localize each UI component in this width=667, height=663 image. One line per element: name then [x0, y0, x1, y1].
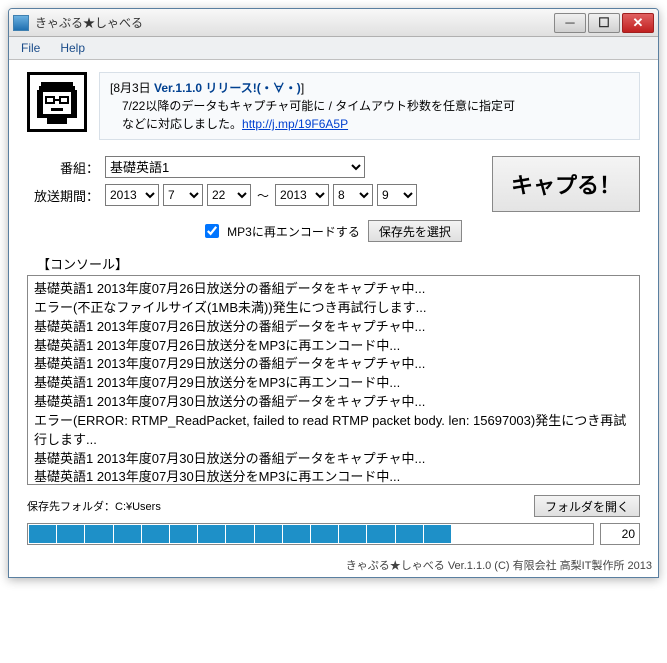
progress-segment — [311, 525, 338, 543]
from-day-select[interactable]: 22 — [207, 184, 251, 206]
progress-segment — [339, 525, 366, 543]
close-button[interactable]: ✕ — [622, 13, 654, 33]
news-suffix: ] — [301, 81, 304, 95]
period-label: 放送期間： — [27, 186, 99, 205]
news-version: Ver.1.1.0 リリース!(・∀・) — [154, 81, 301, 95]
capture-button[interactable]: キャプる！ — [492, 156, 640, 212]
news-line2: 7/22以降のデータもキャプチャ可能に / タイムアウト秒数を任意に指定可 — [110, 97, 629, 115]
program-label: 番組： — [27, 158, 99, 177]
menubar: File Help — [9, 37, 658, 60]
progress-segment — [29, 525, 56, 543]
program-select[interactable]: 基礎英語1 — [105, 156, 365, 178]
progress-segment — [396, 525, 423, 543]
footer-text: きゃぷる★しゃべる Ver.1.1.0 (C) 有限会社 高梨IT製作所 201… — [9, 555, 658, 577]
maximize-button[interactable]: ☐ — [588, 13, 620, 33]
progress-segment — [452, 525, 479, 543]
progress-value: 20 — [600, 523, 640, 545]
mp3-checkbox[interactable] — [205, 224, 219, 238]
avatar-icon — [27, 72, 87, 132]
progress-segment — [367, 525, 394, 543]
console-output: 基礎英語1 2013年度07月26日放送分の番組データをキャプチャ中... エラ… — [27, 275, 640, 485]
save-path-label: 保存先フォルダ：C:¥Users — [27, 498, 161, 514]
progress-segment — [508, 525, 535, 543]
minimize-button[interactable]: ─ — [554, 13, 586, 33]
menu-help[interactable]: Help — [56, 39, 89, 57]
progress-segment — [255, 525, 282, 543]
app-icon — [13, 15, 29, 31]
progress-segment — [480, 525, 507, 543]
news-line3: などに対応しました。 — [110, 117, 242, 131]
to-month-select[interactable]: 8 — [333, 184, 373, 206]
progress-segment — [114, 525, 141, 543]
news-date: [8月3日 — [110, 81, 154, 95]
titlebar[interactable]: きゃぷる★しゃべる ─ ☐ ✕ — [9, 9, 658, 37]
progress-segment — [142, 525, 169, 543]
news-panel: [8月3日 Ver.1.1.0 リリース!(・∀・)] 7/22以降のデータもキ… — [99, 72, 640, 140]
progress-segment — [170, 525, 197, 543]
progress-segment — [198, 525, 225, 543]
from-year-select[interactable]: 2013 — [105, 184, 159, 206]
progress-segment — [537, 525, 564, 543]
progress-segment — [283, 525, 310, 543]
console-label: 【コンソール】 — [37, 254, 640, 273]
open-folder-button[interactable]: フォルダを開く — [534, 495, 640, 517]
window-title: きゃぷる★しゃべる — [35, 14, 554, 31]
news-link[interactable]: http://j.mp/19F6A5P — [242, 117, 348, 131]
to-year-select[interactable]: 2013 — [275, 184, 329, 206]
progress-segment — [226, 525, 253, 543]
progress-bar — [27, 523, 594, 545]
from-month-select[interactable]: 7 — [163, 184, 203, 206]
progress-segment — [424, 525, 451, 543]
progress-segment — [565, 525, 592, 543]
content-area: [8月3日 Ver.1.1.0 リリース!(・∀・)] 7/22以降のデータもキ… — [9, 60, 658, 555]
save-dest-button[interactable]: 保存先を選択 — [368, 220, 462, 242]
to-day-select[interactable]: 9 — [377, 184, 417, 206]
progress-segment — [57, 525, 84, 543]
main-window: きゃぷる★しゃべる ─ ☐ ✕ File Help — [8, 8, 659, 578]
menu-file[interactable]: File — [17, 39, 44, 57]
progress-segment — [85, 525, 112, 543]
mp3-checkbox-label: MP3に再エンコードする — [227, 223, 360, 240]
date-separator: ～ — [257, 187, 269, 204]
